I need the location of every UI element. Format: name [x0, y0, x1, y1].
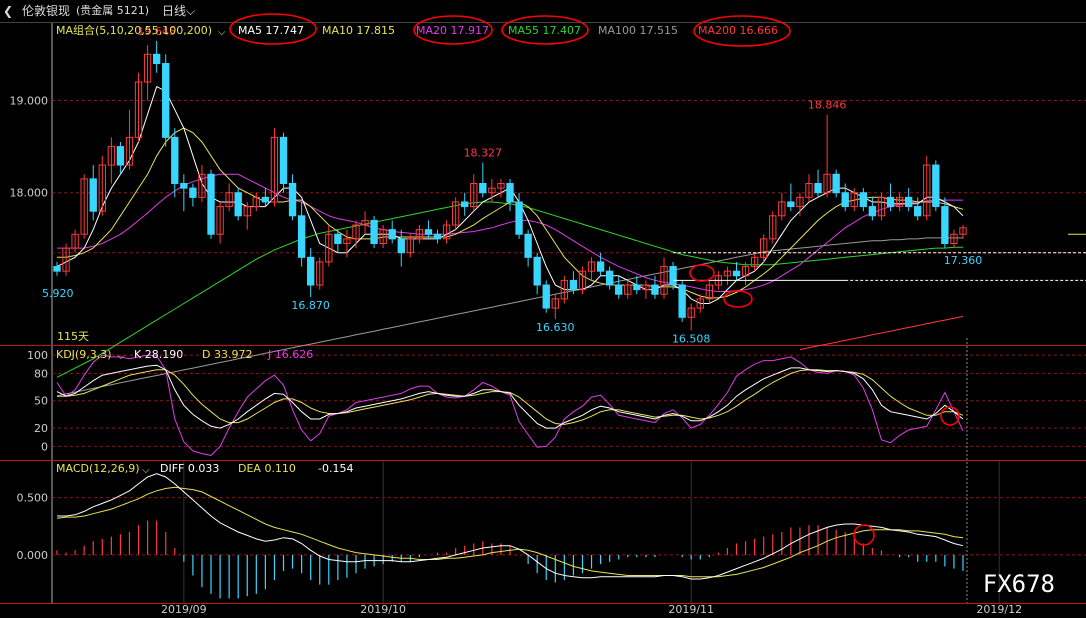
ma100-line	[56, 237, 963, 397]
price-callout: 18.846	[808, 99, 847, 112]
kdj-tick-label: 80	[34, 367, 48, 380]
x-tick-label: 2019/11	[668, 603, 714, 616]
x-tick-label: 2019/09	[161, 603, 207, 616]
candle-body	[678, 284, 686, 318]
watermark-logo: FX678	[983, 570, 1055, 598]
ma-legend-item: MA100 17.515	[598, 24, 678, 37]
ma200-line	[799, 315, 964, 351]
candle-body	[424, 229, 433, 235]
candle-body	[53, 266, 61, 272]
macd-legend-item: DIFF 0.033	[160, 462, 219, 475]
kdj-d-line	[57, 369, 964, 425]
candle-body	[596, 261, 605, 272]
macd-legend-item: DEA 0.110	[238, 462, 296, 475]
candle-body	[859, 192, 868, 208]
kdj-tick-label: 100	[27, 349, 48, 362]
price-callout: 18.327	[464, 147, 503, 160]
candle-body	[832, 173, 840, 194]
candle-body	[886, 196, 895, 208]
price-callout: 17.360	[944, 254, 983, 267]
kdj-legend-item: D 33.972	[202, 348, 252, 361]
macd-tick-label: 0.000	[17, 549, 49, 562]
kdj-legend-item: J 16.626	[267, 348, 313, 361]
y-tick-label: 18.000	[10, 187, 49, 200]
candle-body	[868, 206, 877, 217]
kdj-legend-label: KDJ(9,3,3)	[56, 348, 112, 361]
price-chart[interactable]: 19.000 18.000 100 80 50 20 0 0.500 0.000 2019/09 2…	[0, 0, 1086, 618]
candle-body	[261, 196, 270, 203]
kdj-legend-item: K 28.190	[134, 348, 183, 361]
candle-body	[297, 215, 306, 258]
macd-legend-item: -0.154	[318, 462, 353, 475]
candle-body	[524, 233, 532, 258]
candle-body	[605, 270, 614, 286]
candle-body	[515, 201, 523, 235]
candle-body	[461, 201, 469, 208]
candle-body	[914, 206, 922, 217]
annotation-circle	[853, 524, 875, 546]
kdj-tick-label: 20	[34, 422, 48, 435]
candle-body	[941, 206, 949, 244]
candle-body	[651, 284, 659, 295]
candle-body	[207, 173, 215, 235]
x-tick-label: 2019/10	[360, 603, 406, 616]
candle-body	[180, 183, 188, 189]
candle-body	[152, 53, 161, 65]
candle-body	[397, 238, 405, 254]
annotation-circle	[723, 290, 753, 308]
kdj-tick-label: 50	[34, 395, 48, 408]
candle-body	[279, 136, 288, 185]
candle-body	[615, 284, 623, 295]
candle-body	[388, 229, 396, 240]
ma-legend-item: MA20 17.917	[416, 24, 489, 37]
chevron-down-icon[interactable]: ⌵	[142, 465, 150, 476]
ma-legend-label: MA组合(5,10,20,55,100,200)	[56, 23, 212, 37]
candle-body	[171, 136, 179, 185]
candle-body	[307, 256, 315, 286]
candle-body	[569, 279, 578, 291]
price-callout: 16.870	[291, 299, 330, 312]
kdj-tick-label: 0	[41, 440, 48, 453]
candle-body	[669, 266, 677, 286]
candle-body	[89, 178, 97, 212]
x-tick-label: 2019/12	[976, 603, 1022, 616]
candle-body	[234, 192, 242, 217]
candle-body	[932, 164, 940, 208]
candle-body	[116, 146, 125, 166]
y-tick-label: 19.000	[10, 94, 49, 107]
candle-body	[814, 183, 822, 194]
candle-body	[189, 187, 197, 198]
chevron-down-icon[interactable]: ⌵	[218, 27, 226, 38]
ma55-line	[56, 201, 963, 378]
candle-body	[334, 233, 342, 244]
macd-legend-label: MACD(12,26,9)	[56, 462, 140, 475]
candle-body	[162, 63, 170, 138]
ma-legend-item: MA55 17.407	[508, 24, 581, 37]
price-callout: 5.920	[42, 287, 74, 300]
ma-legend-item: MA200 16.666	[698, 24, 778, 37]
candle-body	[506, 183, 514, 203]
chevron-down-icon[interactable]: ⌵	[117, 351, 125, 362]
candle-body	[370, 219, 378, 244]
day-count-label: 115天	[57, 330, 89, 343]
candle-body	[479, 183, 487, 194]
candle-body	[288, 183, 297, 217]
price-callout: 16.630	[536, 321, 575, 334]
candle-body	[533, 256, 541, 286]
candle-body	[841, 192, 849, 208]
candle-body	[904, 196, 913, 208]
annotation-circle	[689, 264, 715, 282]
candle-body	[633, 284, 641, 291]
macd-tick-label: 0.500	[17, 492, 49, 505]
candle-body	[732, 270, 741, 277]
price-callout: 16.508	[672, 332, 711, 345]
candle-body	[433, 233, 442, 240]
candle-body	[542, 284, 550, 309]
ma-legend-item: MA5 17.747	[238, 24, 304, 37]
ma-legend-item: MA10 17.815	[322, 24, 395, 37]
candle-body	[787, 201, 795, 208]
